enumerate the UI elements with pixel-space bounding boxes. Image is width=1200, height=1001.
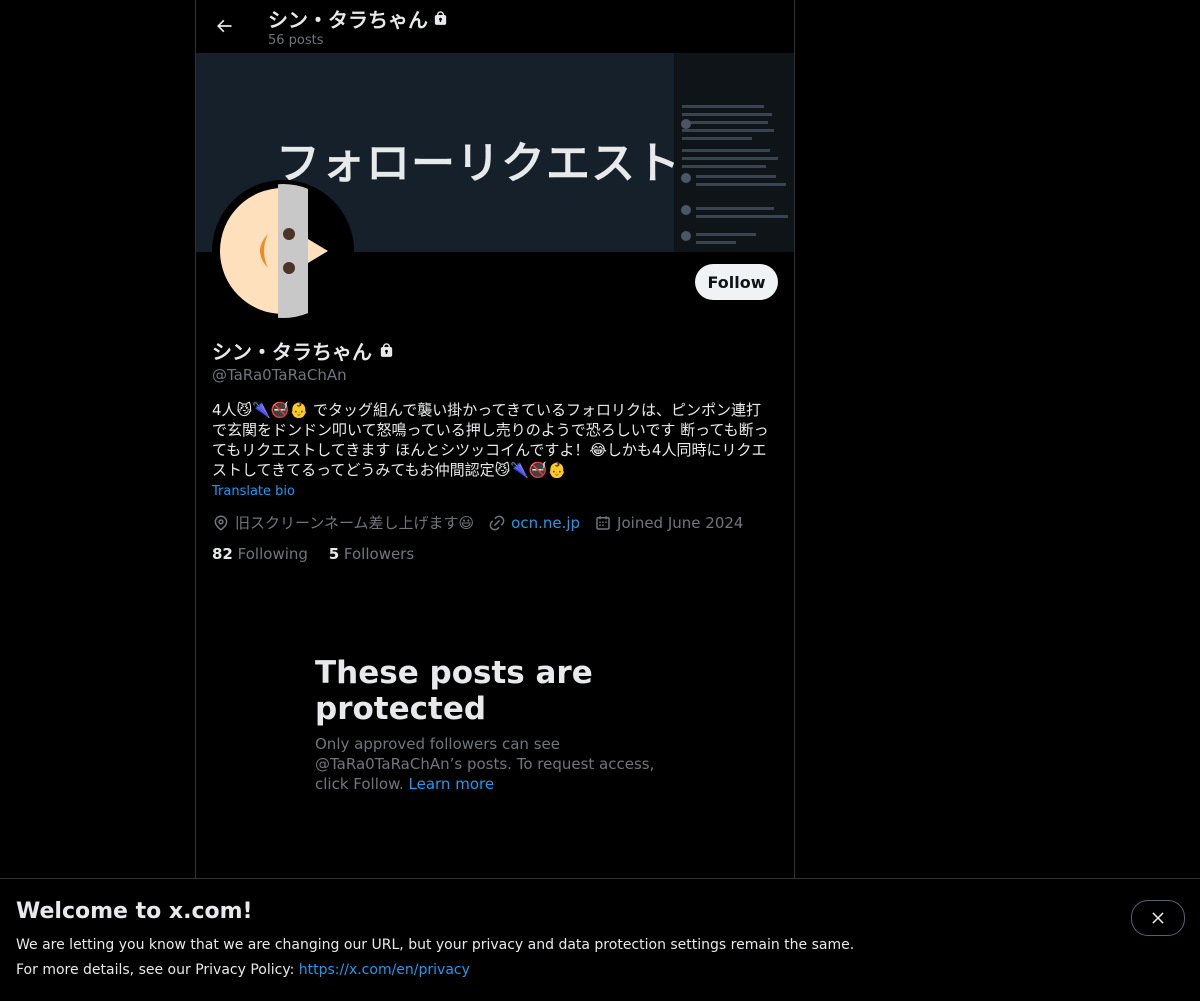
following-link[interactable]: 82 Following: [212, 545, 313, 563]
welcome-privacy-line: For more details, see our Privacy Policy…: [16, 962, 470, 978]
protected-description: Only approved followers can see @TaRa0Ta…: [315, 734, 675, 794]
joined-item: Joined June 2024: [594, 514, 743, 532]
privacy-prefix: For more details, see our Privacy Policy…: [16, 962, 299, 978]
learn-more-link[interactable]: Learn more: [409, 775, 495, 793]
post-count: 56 posts: [268, 33, 324, 48]
followers-label: Followers: [343, 545, 415, 563]
back-arrow-icon: [217, 19, 232, 33]
follow-stats: 82 Following 5 Followers: [212, 545, 430, 563]
location-item: 旧スクリーンネーム差し上げます😃: [212, 512, 474, 533]
banner-title: フォローリクエスト: [276, 138, 681, 189]
back-button[interactable]: [206, 8, 242, 44]
followers-link[interactable]: 5 Followers: [329, 545, 414, 563]
calendar-icon: [596, 515, 610, 530]
joined-text: Joined June 2024: [617, 513, 744, 532]
welcome-banner: Welcome to x.com! We are letting you kno…: [0, 878, 1200, 1001]
profile-meta: 旧スクリーンネーム差し上げます😃 ocn.ne.jp Joined June 2…: [212, 512, 757, 533]
lock-icon: [434, 11, 447, 25]
location-icon: [214, 515, 228, 531]
privacy-policy-link[interactable]: https://x.com/en/privacy: [299, 962, 470, 978]
follow-button[interactable]: Follow: [695, 264, 778, 300]
profile-column: シン・タラちゃん 56 posts フォローリクエスト Follow シン・タラ…: [195, 0, 795, 1000]
close-welcome-button[interactable]: [1131, 900, 1185, 936]
link-icon: [489, 515, 505, 530]
avatar[interactable]: [212, 180, 354, 322]
header-title: シン・タラちゃん: [268, 4, 449, 33]
profile-bio: 4人😼🌂🚭👶 でタッグ組んで襲い掛かってきているフォロリクは、ピンポン連打で玄関…: [212, 401, 769, 479]
followers-count: 5: [328, 545, 340, 563]
location-text: 旧スクリーンネーム差し上げます😃: [235, 514, 475, 532]
welcome-title: Welcome to x.com!: [16, 899, 253, 924]
display-name: シン・タラちゃん: [212, 340, 372, 364]
website-link[interactable]: ocn.ne.jp: [511, 514, 580, 532]
top-bar: シン・タラちゃん 56 posts: [196, 0, 794, 53]
profile-name: シン・タラちゃん: [212, 336, 395, 365]
avatar-image: [216, 184, 350, 318]
protected-title: These posts are protected: [315, 655, 593, 727]
close-icon: [1152, 912, 1164, 924]
website-item: ocn.ne.jp: [488, 514, 580, 532]
following-label: Following: [237, 545, 308, 563]
welcome-message: We are letting you know that we are chan…: [16, 937, 855, 953]
profile-handle: @TaRa0TaRaChAn: [212, 366, 347, 384]
banner-screenshot-image: [674, 53, 794, 252]
translate-bio-link[interactable]: Translate bio: [212, 484, 295, 499]
lock-icon: [380, 343, 393, 357]
header-name: シン・タラちゃん: [268, 8, 428, 32]
following-count: 82: [212, 545, 233, 563]
